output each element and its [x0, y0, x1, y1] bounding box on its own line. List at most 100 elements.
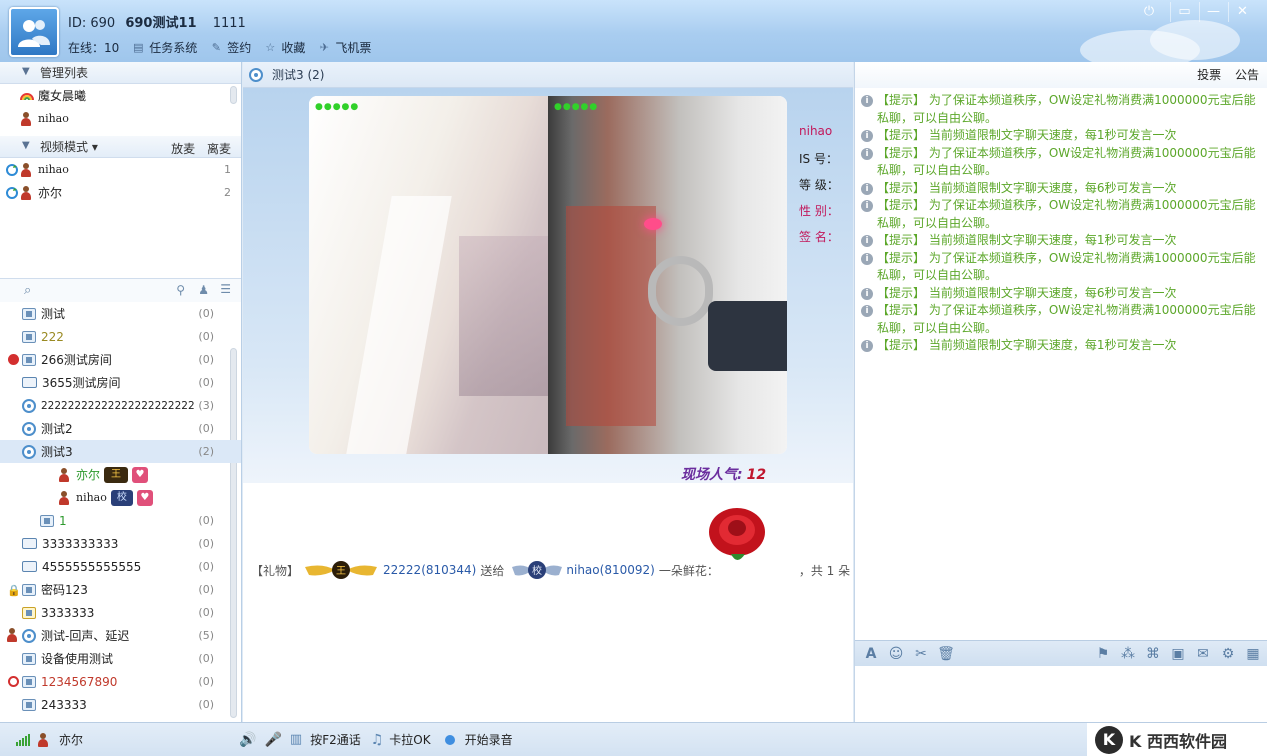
- room-item[interactable]: 22222222222222222222222 (3): [0, 394, 241, 417]
- room-item[interactable]: 测试-回声、延迟 (5): [0, 624, 241, 647]
- room-count: (0): [198, 675, 214, 688]
- favorite-button[interactable]: ☆ 收藏: [263, 39, 305, 56]
- video-mode-header[interactable]: ▼ 视频模式 ▾ 放麦 离麦: [0, 136, 241, 158]
- room-item[interactable]: 3655测试房间 (0): [0, 371, 241, 394]
- mic-order: 2: [224, 186, 231, 199]
- music-icon[interactable]: ♫: [371, 732, 384, 748]
- chat-message-text: 【提示】 当前频道限制文字聊天速度，每1秒可发言一次: [877, 128, 1177, 142]
- watermark: K K 西西软件园: [1087, 723, 1267, 756]
- left-panel: ▼ 管理列表 魔女晨曦 nihao ▼ 视频模式 ▾ 放麦 离麦 nihao 1: [0, 62, 242, 722]
- video-content: [566, 206, 656, 426]
- add-user-icon[interactable]: ♟: [198, 283, 209, 297]
- room-item[interactable]: 243333 (0): [0, 693, 241, 716]
- room-user-item[interactable]: nihao 校 ♥: [0, 486, 241, 509]
- settings-icon[interactable]: ⚙: [1219, 645, 1237, 663]
- leave-mic-button[interactable]: 离麦: [207, 142, 231, 156]
- camera-icon: [22, 398, 36, 413]
- user-icon: [20, 185, 32, 200]
- menu-button[interactable]: ▭: [1170, 2, 1198, 22]
- card-icon[interactable]: ▣: [1169, 645, 1187, 663]
- list-icon[interactable]: ☰: [220, 282, 231, 296]
- equalizer-icon[interactable]: ▥: [290, 732, 302, 747]
- room-icon: [40, 514, 54, 527]
- gift-sender[interactable]: 22222(810344): [383, 563, 476, 577]
- room-item-selected[interactable]: 测试3 (2): [0, 440, 241, 463]
- svg-text:王: 王: [336, 566, 346, 577]
- profile-name[interactable]: nihao: [799, 124, 839, 150]
- gift-box-icon[interactable]: ⌘: [1144, 645, 1162, 663]
- pin-icon[interactable]: ⚑: [1094, 645, 1112, 663]
- room-item[interactable]: 4555555555555 (0): [0, 555, 241, 578]
- karaoke-button[interactable]: 卡拉OK: [389, 731, 430, 748]
- gift-receiver[interactable]: nihao(810092): [566, 563, 654, 577]
- profile-field: 签 名：: [799, 230, 839, 244]
- record-button[interactable]: 开始录音: [444, 731, 513, 748]
- task-system-button[interactable]: ▤ 任务系统: [131, 39, 197, 56]
- room-count: (0): [198, 422, 214, 435]
- release-mic-button[interactable]: 放麦: [171, 142, 195, 156]
- video-feed-right[interactable]: ●●●●●: [548, 96, 787, 454]
- user-signature[interactable]: 1111: [213, 16, 246, 31]
- gift-icon[interactable]: ⁂: [1119, 645, 1137, 663]
- plane-ticket-button[interactable]: ✈ 飞机票: [317, 39, 372, 56]
- room-item[interactable]: 266测试房间 (0): [0, 348, 241, 371]
- video-mode-select[interactable]: 视频模式 ▾: [40, 138, 98, 155]
- microphone-icon[interactable]: 🎤: [264, 732, 281, 748]
- room-item[interactable]: 测试 (0): [0, 302, 241, 325]
- record-label: 开始录音: [464, 733, 513, 747]
- forbidden-icon: [8, 676, 19, 687]
- power-button[interactable]: ⏻: [1135, 2, 1163, 22]
- video-icon: [22, 377, 37, 388]
- search-icon[interactable]: ⌕: [24, 283, 31, 298]
- notice-button[interactable]: 公告: [1235, 68, 1259, 82]
- user-avatar[interactable]: [9, 7, 59, 57]
- room-item[interactable]: 1234567890 (0): [0, 670, 241, 693]
- chat-messages: i 【提示】 为了保证本频道秩序，OW设定礼物消费满1000000元宝后能私聊，可…: [861, 92, 1261, 355]
- room-item[interactable]: 3333333333 (0): [0, 532, 241, 555]
- trash-icon[interactable]: 🗑: [937, 645, 955, 663]
- room-item[interactable]: 222 (0): [0, 325, 241, 348]
- chat-message-text: 【提示】 为了保证本频道秩序，OW设定礼物消费满1000000元宝后能私聊，可以…: [877, 198, 1256, 230]
- room-user-item[interactable]: 亦尔 王 ♥: [0, 463, 241, 486]
- room-count: (0): [198, 606, 214, 619]
- manager-item[interactable]: 魔女晨曦: [0, 84, 241, 107]
- chat-message: i 【提示】 当前频道限制文字聊天速度，每6秒可发言一次: [861, 180, 1261, 198]
- popularity-value: 12: [746, 467, 767, 483]
- room-user-name: nihao: [76, 491, 107, 504]
- room-tab[interactable]: 测试3 (2): [243, 62, 853, 88]
- video-icon: [22, 561, 37, 572]
- speech-icon[interactable]: ✉: [1194, 645, 1212, 663]
- room-name: 3655测试房间: [42, 376, 121, 390]
- info-icon: i: [861, 130, 873, 142]
- gift-prefix: 【礼物】: [251, 563, 300, 578]
- room-item[interactable]: 测试2 (0): [0, 417, 241, 440]
- video-container: ●●●●● ●●●●●: [309, 96, 787, 454]
- popularity-label: 现场人气:: [681, 467, 743, 483]
- minimize-button[interactable]: —: [1199, 2, 1227, 22]
- scissors-icon[interactable]: ✂: [912, 645, 930, 663]
- room-count: (2): [198, 445, 214, 458]
- mic-user-item[interactable]: 亦尔 2: [0, 181, 241, 204]
- manager-scrollbar[interactable]: [230, 86, 237, 104]
- font-icon[interactable]: A: [862, 645, 880, 663]
- self-user[interactable]: 亦尔: [37, 731, 83, 748]
- video-feed-left[interactable]: ●●●●●: [309, 96, 548, 454]
- room-item[interactable]: 3333333 (0): [0, 601, 241, 624]
- manage-list-header[interactable]: ▼ 管理列表: [0, 62, 241, 84]
- manager-item[interactable]: nihao: [0, 107, 241, 130]
- location-icon[interactable]: ⚲: [176, 283, 185, 297]
- sign-button[interactable]: ✎ 签约: [209, 39, 252, 56]
- mic-user-item[interactable]: nihao 1: [0, 158, 241, 181]
- mic-user-name: nihao: [38, 163, 69, 176]
- user-info: ID: 690 690测试11 1111: [68, 12, 246, 31]
- emoji-icon[interactable]: ☺: [887, 645, 905, 663]
- speaker-icon[interactable]: 🔊: [239, 732, 256, 748]
- room-item[interactable]: 1 (0): [0, 509, 241, 532]
- close-button[interactable]: ✕: [1228, 2, 1256, 22]
- grid-icon[interactable]: ▦: [1244, 645, 1262, 663]
- room-item[interactable]: 设备使用测试 (0): [0, 647, 241, 670]
- profile-card: nihao IS 号： 等 级： 性 别： 签 名：: [799, 124, 839, 254]
- room-item[interactable]: 🔒 密码123 (0): [0, 578, 241, 601]
- push-to-talk-button[interactable]: 按F2通话: [310, 731, 361, 748]
- vote-button[interactable]: 投票: [1197, 68, 1221, 82]
